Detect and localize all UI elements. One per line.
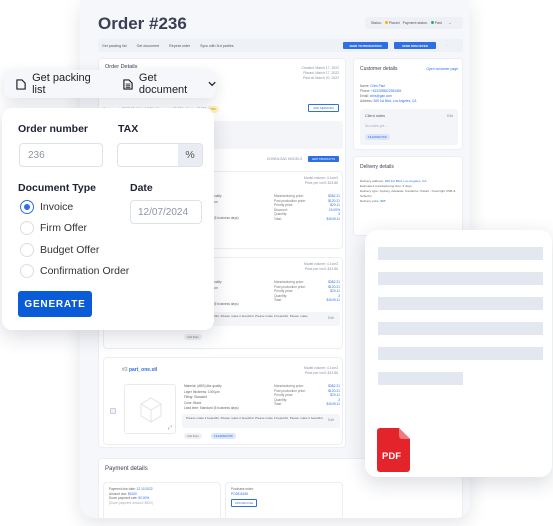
delivery-card: Delivery details Delivery address: 365 1… xyxy=(353,156,463,236)
text-line-placeholder xyxy=(378,347,543,360)
add-files-button[interactable]: Add Files xyxy=(184,433,202,439)
status-label: Status: xyxy=(371,21,382,25)
pdf-label: PDF xyxy=(382,451,401,462)
radio-icon xyxy=(20,243,34,257)
chevron-down-icon: ⌄ xyxy=(448,21,452,25)
sync-link[interactable]: Sync with 3rd parties xyxy=(200,44,233,48)
order-number-input[interactable]: 236 xyxy=(19,143,103,167)
pdf-icon: PDF xyxy=(377,428,410,472)
price-list: Manufacturing price: $382.21 Post product… xyxy=(274,280,340,303)
radio-budget-offer[interactable]: Budget Offer xyxy=(20,243,99,257)
more-icon[interactable]: ··· xyxy=(446,44,450,48)
packing-list-label: Get packing list xyxy=(32,72,91,96)
status-bar[interactable]: Status: Placed Payment status: Paid ⌄ xyxy=(365,17,463,29)
notes-edit-link[interactable]: Edit xyxy=(447,114,453,119)
generate-document-form: Order number TAX 236 % Document Type Dat… xyxy=(2,108,214,330)
price-list: Manufacturing price: $382.21 Post product… xyxy=(274,194,340,221)
radio-icon xyxy=(20,221,34,235)
pdf-preview: PDF xyxy=(365,230,552,477)
customer-address: 365 1st Blvd, Los Angeles, CA xyxy=(373,99,417,103)
customer-phone: +6232895622353455 xyxy=(371,89,402,93)
text-line-placeholder xyxy=(378,297,543,310)
customer-email: chris@gan.com xyxy=(369,94,392,98)
radio-invoice[interactable]: Invoice xyxy=(20,200,73,214)
date-label: Date xyxy=(130,182,153,194)
get-document-button[interactable]: Get document xyxy=(123,72,216,96)
date-input[interactable]: 12/07/2024 xyxy=(130,200,202,224)
document-icon xyxy=(123,78,133,90)
radio-icon xyxy=(20,264,34,278)
packing-list-link[interactable]: Get packing list xyxy=(102,44,127,48)
tax-label: TAX xyxy=(118,123,139,135)
product-note: Please make it beautiful. Please make it… xyxy=(182,414,340,428)
payment-status-value: Paid xyxy=(434,21,442,25)
product-thumbnail: ⤢ xyxy=(124,384,176,434)
generate-button[interactable]: GENERATE xyxy=(18,291,92,317)
text-line-placeholder xyxy=(378,372,463,385)
payment-title: Payment details xyxy=(105,466,148,472)
get-document-label: Get document xyxy=(138,72,188,96)
open-customer-link[interactable]: Open customer page xyxy=(426,67,458,72)
payment-status-label: Payment status: xyxy=(402,21,428,25)
download-models-link[interactable]: DOWNLOAD MODELS xyxy=(267,157,302,162)
delivery-title: Delivery details xyxy=(360,164,394,170)
customer-name: Chris Paul xyxy=(370,84,385,88)
paid-date: Paid at: March 20, 2022 xyxy=(302,76,339,80)
customer-title: Customer details xyxy=(360,66,398,72)
radio-selected-icon xyxy=(20,200,34,214)
text-line-placeholder xyxy=(378,322,543,335)
purchase-order-link[interactable]: PO2816165 xyxy=(231,492,254,497)
product-checkbox[interactable] xyxy=(110,408,116,414)
price-list: Manufacturing price: $382.21 Post product… xyxy=(274,384,340,407)
expand-icon[interactable]: ⤢ xyxy=(168,425,172,431)
notes-file-chip[interactable]: FILE2REF.PDF xyxy=(365,134,391,140)
radio-firm-offer[interactable]: Firm Offer xyxy=(20,221,87,235)
price-per-cm3: Price per cm3: $13.86 xyxy=(304,181,338,185)
text-line-placeholder xyxy=(378,247,543,260)
floating-toolbar: Get packing list Get document xyxy=(4,70,216,98)
percent-suffix: % xyxy=(178,144,202,166)
file-icon xyxy=(16,78,26,90)
page-title: Order #236 xyxy=(98,14,187,33)
status-value: Placed xyxy=(388,21,400,25)
text-line-placeholder xyxy=(378,272,543,285)
order-number-label: Order number xyxy=(18,123,89,135)
edit-note-link[interactable]: Edit xyxy=(328,418,334,423)
add-files-button[interactable]: Add Files xyxy=(184,334,202,340)
document-type-label: Document Type xyxy=(18,182,96,194)
upload-file-button[interactable]: UPLOAD FILE xyxy=(231,499,258,507)
send-to-production-button[interactable]: SEND TO PRODUCTION xyxy=(343,42,388,49)
get-packing-list-button[interactable]: Get packing list xyxy=(16,72,101,96)
repeat-order-link[interactable]: Repeat order xyxy=(169,44,190,48)
get-document-link[interactable]: Get document xyxy=(137,44,160,48)
send-firm-offer-button[interactable]: SEND FIRM OFFER xyxy=(394,42,436,49)
file-chip[interactable]: FILE2REF.PDF xyxy=(211,433,237,439)
client-notes: Client notes Edit No notes yet... FILE2R… xyxy=(360,109,458,145)
chevron-down-icon xyxy=(208,81,216,87)
edit-products-button[interactable]: EDIT PRODUCTS xyxy=(308,156,339,162)
edit-note-link[interactable]: Edit xyxy=(328,316,334,321)
order-toolbar: Get packing list Get document Repeat ord… xyxy=(98,39,463,52)
customer-card: Customer details Open customer page Name… xyxy=(353,58,463,150)
radio-confirmation-order[interactable]: Confirmation Order xyxy=(20,264,129,278)
add-services-button[interactable]: ADD SERVICES xyxy=(308,104,339,112)
tax-input[interactable]: % xyxy=(117,143,203,167)
product-name: #3 part_one.stl xyxy=(122,367,158,373)
product-card: #3 part_one.stl Model volume: 4.1cm3 Pri… xyxy=(103,357,343,445)
